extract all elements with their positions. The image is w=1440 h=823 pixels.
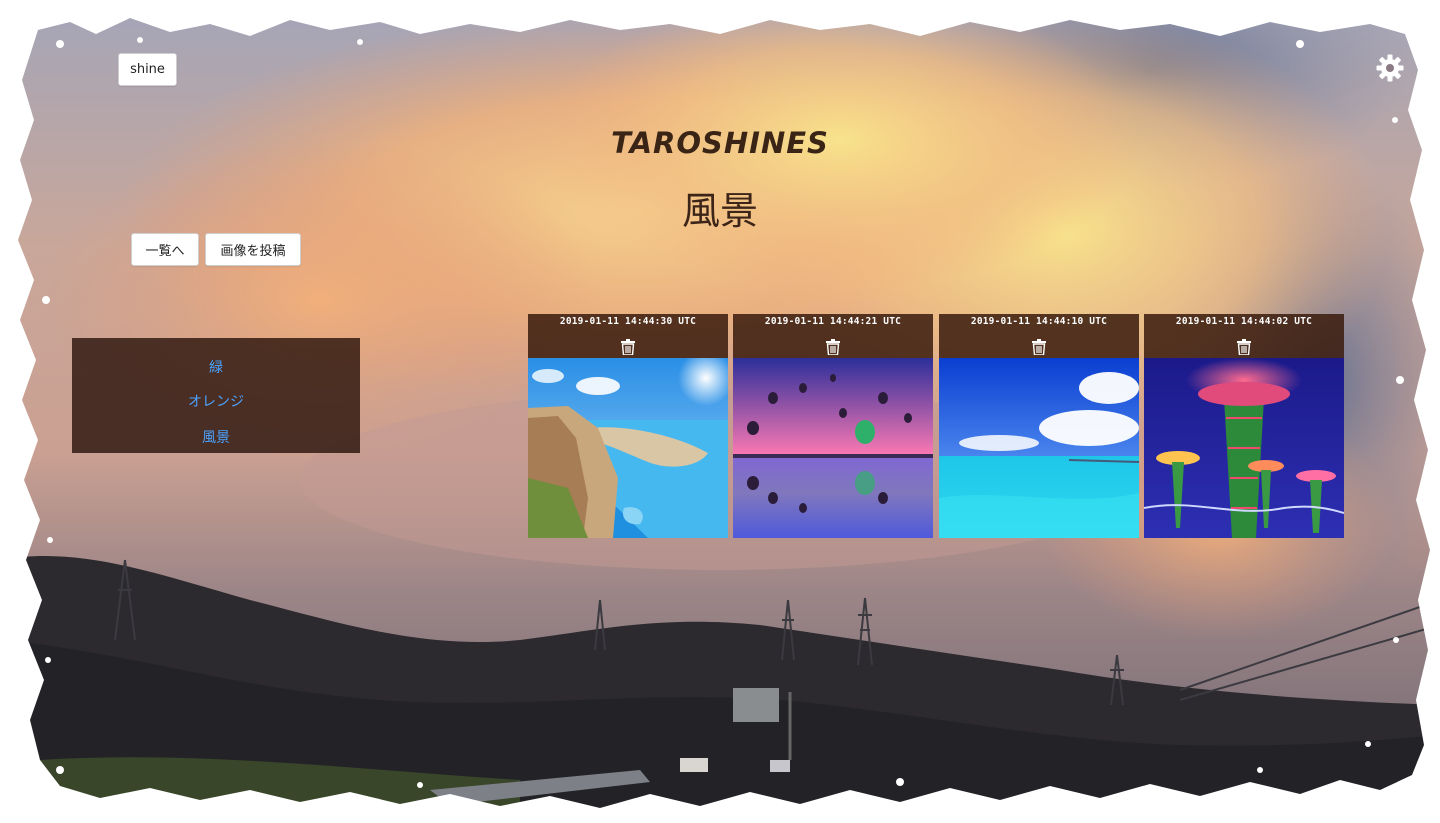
- post-date: 2019-01-11 14:44:02 UTC: [1175, 316, 1313, 327]
- post-image[interactable]: [733, 358, 933, 538]
- category-link-scenery[interactable]: 風景: [72, 427, 360, 447]
- image-card: 2019-01-11 14:44:30 UTC: [528, 314, 728, 538]
- category-panel: 緑 オレンジ 風景: [72, 338, 360, 453]
- image-card: 2019-01-11 14:44:10 UTC: [939, 314, 1139, 538]
- card-header: 2019-01-11 14:44:10 UTC: [939, 314, 1139, 358]
- page-title: 風景: [681, 189, 758, 233]
- image-card: 2019-01-11 14:44:21 UTC: [733, 314, 933, 538]
- gear-icon[interactable]: [1375, 53, 1405, 83]
- page-background: shine TAROSHINES 風景 一覧へ 画像を投稿 緑 オレンジ 風景 …: [0, 0, 1440, 823]
- category-link-orange[interactable]: オレンジ: [72, 391, 360, 411]
- post-image-button[interactable]: 画像を投稿: [205, 233, 301, 266]
- post-image[interactable]: [1144, 358, 1344, 538]
- user-menu-button[interactable]: shine: [118, 53, 177, 86]
- card-header: 2019-01-11 14:44:21 UTC: [733, 314, 933, 358]
- card-header: 2019-01-11 14:44:02 UTC: [1144, 314, 1344, 358]
- post-date: 2019-01-11 14:44:30 UTC: [559, 316, 697, 327]
- post-date: 2019-01-11 14:44:10 UTC: [970, 316, 1108, 327]
- category-link-green[interactable]: 緑: [72, 357, 360, 377]
- trash-icon[interactable]: [1237, 339, 1251, 355]
- trash-icon[interactable]: [1032, 339, 1046, 355]
- trash-icon[interactable]: [826, 339, 840, 355]
- site-title: TAROSHINES: [611, 126, 829, 160]
- image-card: 2019-01-11 14:44:02 UTC: [1144, 314, 1344, 538]
- post-date: 2019-01-11 14:44:21 UTC: [764, 316, 902, 327]
- back-to-list-button[interactable]: 一覧へ: [131, 233, 199, 266]
- post-image[interactable]: [528, 358, 728, 538]
- card-header: 2019-01-11 14:44:30 UTC: [528, 314, 728, 358]
- post-image[interactable]: [939, 358, 1139, 538]
- trash-icon[interactable]: [621, 339, 635, 355]
